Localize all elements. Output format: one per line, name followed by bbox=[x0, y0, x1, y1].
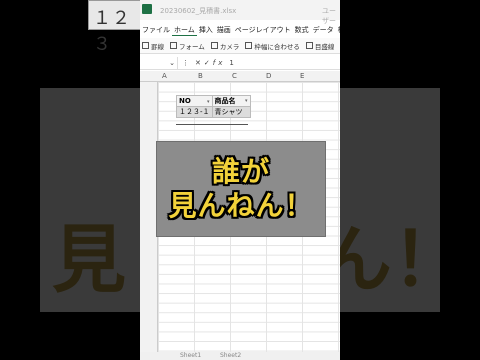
tab-home[interactable]: ホーム bbox=[172, 25, 197, 36]
column-headers: A B C D E bbox=[140, 71, 340, 82]
function-icon[interactable]: ✕✓fx bbox=[195, 59, 225, 67]
background-zoom-text: １２３ bbox=[93, 8, 131, 55]
formula-separator-icon: ⋮ bbox=[182, 58, 189, 67]
column-header-d[interactable]: D bbox=[266, 72, 271, 80]
caption-line-1: 誰が bbox=[211, 155, 270, 188]
tab-insert[interactable]: 挿入 bbox=[197, 25, 215, 35]
column-header-e[interactable]: E bbox=[300, 72, 304, 80]
background-cell-zoom: １２３ bbox=[88, 0, 146, 55]
name-box[interactable]: ⌄ bbox=[140, 56, 178, 69]
form-icon bbox=[170, 42, 177, 49]
excel-app-icon bbox=[142, 4, 152, 14]
file-name: 20230602_見積書.xlsx bbox=[160, 7, 237, 15]
fit-width-button[interactable]: 枠幅に合わせる bbox=[245, 41, 300, 51]
border-icon bbox=[142, 42, 149, 49]
caption-line-2: 見んねん！ bbox=[168, 189, 314, 222]
form-tool-button[interactable]: フォーム bbox=[170, 41, 205, 51]
border-tool-button[interactable]: 罫線 bbox=[142, 41, 164, 51]
table-cell[interactable]: １２３-１ bbox=[176, 106, 213, 118]
data-table: NO ▾ 商品名 ▾ １２３-１ 青シャツ bbox=[176, 95, 251, 118]
sheet-tab-2[interactable]: Sheet2 bbox=[220, 352, 241, 359]
tab-file[interactable]: ファイル bbox=[140, 25, 172, 35]
gridlines-toggle[interactable]: 目盛線 bbox=[305, 41, 334, 51]
tab-data[interactable]: データ bbox=[311, 25, 336, 35]
formula-input[interactable]: 1 bbox=[229, 59, 233, 67]
checkbox-icon bbox=[305, 42, 313, 49]
header-cell-product[interactable]: 商品名 ▾ bbox=[211, 95, 251, 107]
table-cell[interactable]: 青シャツ bbox=[211, 106, 251, 118]
filter-dropdown-icon[interactable]: ▾ bbox=[207, 99, 210, 105]
camera-tool-button[interactable]: カメラ bbox=[210, 41, 239, 51]
chevron-down-icon: ⌄ bbox=[169, 58, 175, 67]
background-big-text-left: 見 bbox=[52, 217, 126, 303]
sheet-tab-1[interactable]: Sheet1 bbox=[180, 352, 201, 359]
table-row: １２３-１ 青シャツ bbox=[176, 106, 251, 118]
column-header-a[interactable]: A bbox=[162, 72, 167, 80]
header-cell-no[interactable]: NO ▾ bbox=[176, 95, 213, 107]
column-header-c[interactable]: C bbox=[232, 72, 237, 80]
background-big-text-right: ん！ bbox=[318, 217, 466, 303]
tab-review[interactable]: 校閲 bbox=[336, 25, 340, 35]
ribbon-tabs: ファイル ホーム 挿入 描画 ページレイアウト 数式 データ 校閲 表示 開発 bbox=[140, 22, 340, 38]
camera-icon bbox=[210, 42, 218, 49]
tab-draw[interactable]: 描画 bbox=[215, 25, 233, 35]
video-frame: １２３ 見 ん！ 20230602_見積書.xlsx ユーザー ファイル ホーム… bbox=[0, 0, 480, 360]
fit-width-icon bbox=[245, 42, 253, 49]
tab-formulas[interactable]: 数式 bbox=[293, 25, 311, 35]
caption-overlay: 誰が 見んねん！ bbox=[156, 141, 326, 237]
table-resize-border[interactable] bbox=[176, 124, 248, 125]
tab-page-layout[interactable]: ページレイアウト bbox=[233, 25, 293, 35]
ribbon-toolbar: 罫線 フォーム カメラ 枠幅に合わせる 目盛線 bbox=[140, 38, 340, 54]
filter-dropdown-icon[interactable]: ▾ bbox=[245, 98, 248, 104]
table-header-row: NO ▾ 商品名 ▾ bbox=[176, 95, 251, 107]
sheet-tab-bar: Sheet1 Sheet2 bbox=[140, 352, 340, 360]
formula-bar: ⌄ ⋮ ✕✓fx 1 bbox=[140, 56, 340, 70]
title-bar: 20230602_見積書.xlsx ユーザー bbox=[140, 0, 340, 25]
column-header-b[interactable]: B bbox=[198, 72, 203, 80]
